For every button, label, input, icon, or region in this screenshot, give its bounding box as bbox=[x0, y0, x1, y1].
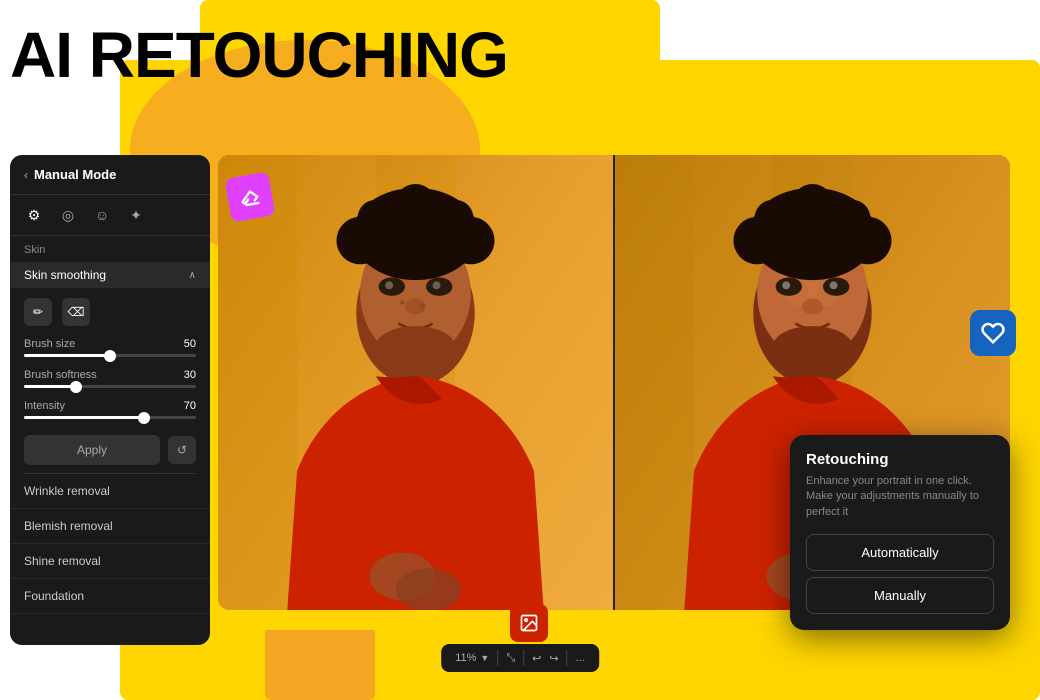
bottom-toolbar: 11% ▼ ⤡ ↩ ↪ ... bbox=[441, 644, 599, 672]
section-label: Skin bbox=[10, 236, 210, 260]
manually-button[interactable]: Manually bbox=[806, 577, 994, 614]
toolbar-divider-3 bbox=[567, 650, 568, 666]
face-icon[interactable]: ☺ bbox=[92, 205, 112, 225]
settings-icon[interactable]: ⚙ bbox=[24, 205, 44, 225]
brush-softness-slider-row: Brush softness 30 bbox=[10, 365, 210, 396]
panel-header[interactable]: ‹ Manual Mode bbox=[10, 155, 210, 195]
eye-icon[interactable]: ◎ bbox=[58, 205, 78, 225]
apply-button[interactable]: Apply bbox=[24, 435, 160, 465]
toolbar-divider-1 bbox=[497, 650, 498, 666]
reset-button[interactable]: ↺ bbox=[168, 436, 196, 464]
popup-title: Retouching bbox=[806, 451, 994, 468]
zoom-display[interactable]: 11% ▼ bbox=[455, 652, 489, 664]
blemish-removal-item[interactable]: Blemish removal bbox=[10, 509, 210, 544]
chevron-down-icon: ▼ bbox=[480, 653, 489, 663]
skin-smoothing-row[interactable]: Skin smoothing ∧ bbox=[10, 262, 210, 288]
brush-size-label: Brush size bbox=[24, 338, 75, 350]
popup-description: Enhance your portrait in one click. Make… bbox=[806, 474, 994, 520]
intensity-track[interactable] bbox=[24, 416, 196, 419]
undo-button[interactable]: ↩ bbox=[532, 652, 541, 665]
photo-before bbox=[218, 155, 613, 610]
deco-bottom bbox=[265, 630, 375, 700]
intensity-label: Intensity bbox=[24, 400, 65, 412]
skin-smoothing-label: Skin smoothing bbox=[24, 268, 106, 282]
more-button[interactable]: ... bbox=[576, 652, 585, 664]
magic-icon[interactable]: ✦ bbox=[126, 205, 146, 225]
image-badge[interactable] bbox=[510, 604, 548, 642]
back-icon[interactable]: ‹ bbox=[24, 168, 28, 182]
brush-size-slider-row: Brush size 50 bbox=[10, 334, 210, 365]
intensity-slider-row: Intensity 70 bbox=[10, 396, 210, 427]
wrinkle-removal-item[interactable]: Wrinkle removal bbox=[10, 474, 210, 509]
apply-row: Apply ↺ bbox=[10, 427, 210, 473]
left-panel: ‹ Manual Mode ⚙ ◎ ☺ ✦ Skin Skin smoothin… bbox=[10, 155, 210, 645]
brush-softness-label: Brush softness bbox=[24, 369, 97, 381]
brush-size-value: 50 bbox=[184, 338, 196, 350]
retouching-popup: Retouching Enhance your portrait in one … bbox=[790, 435, 1010, 630]
brush-softness-track[interactable] bbox=[24, 385, 196, 388]
zoom-value: 11% bbox=[455, 652, 476, 664]
heart-badge[interactable] bbox=[970, 310, 1016, 356]
foundation-item[interactable]: Foundation bbox=[10, 579, 210, 614]
automatically-button[interactable]: Automatically bbox=[806, 534, 994, 571]
redo-button[interactable]: ↪ bbox=[549, 652, 558, 665]
chevron-up-icon: ∧ bbox=[189, 270, 196, 281]
pencil-tool-btn[interactable]: ✏ bbox=[24, 298, 52, 326]
eraser-tool-btn[interactable]: ⌫ bbox=[62, 298, 90, 326]
eraser-badge[interactable] bbox=[225, 172, 276, 223]
brush-tools: ✏ ⌫ bbox=[10, 290, 210, 334]
panel-title: Manual Mode bbox=[34, 167, 116, 182]
brush-size-track[interactable] bbox=[24, 354, 196, 357]
panel-icons: ⚙ ◎ ☺ ✦ bbox=[10, 195, 210, 236]
shine-removal-item[interactable]: Shine removal bbox=[10, 544, 210, 579]
toolbar-divider-2 bbox=[523, 650, 524, 666]
intensity-value: 70 bbox=[184, 400, 196, 412]
page-title: AI RETOUCHING bbox=[10, 18, 508, 92]
brush-softness-value: 30 bbox=[184, 369, 196, 381]
resize-tool[interactable]: ⤡ bbox=[506, 652, 515, 665]
